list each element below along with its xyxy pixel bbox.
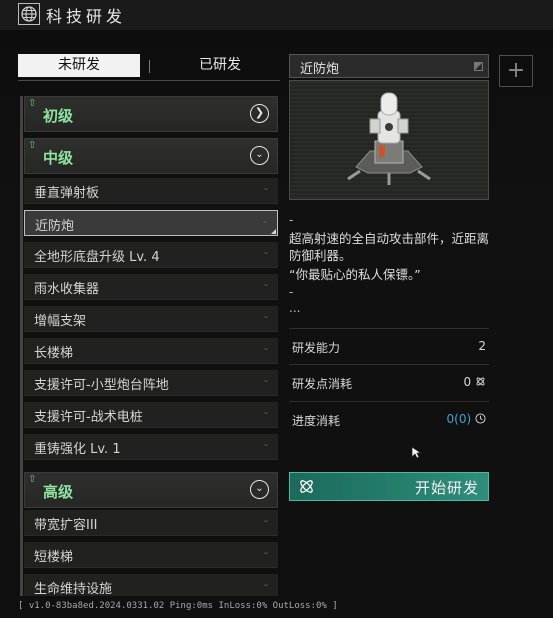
list-item-status: -	[264, 310, 268, 323]
list-item-status: -	[264, 374, 268, 387]
item-description: 超高射速的全自动攻击部件，近距离防御利器。	[289, 231, 490, 263]
list-item-label: 雨水收集器	[34, 282, 100, 297]
list-item-label: 生命维持设施	[34, 582, 113, 596]
stat-value-wrap: 0(0)	[447, 412, 486, 426]
detail-header: 近防炮	[289, 54, 489, 78]
list-item[interactable]: 增幅支架 -	[24, 306, 278, 332]
tab-unresearched[interactable]: 未研发	[18, 54, 140, 77]
category-basic[interactable]: ⇧ 初级 ❯	[24, 96, 278, 132]
selection-corner-icon	[271, 229, 276, 234]
mouse-cursor-icon	[411, 446, 423, 459]
detail-title: 近防炮	[300, 62, 340, 77]
clock-icon	[475, 413, 486, 424]
list-item-status: -	[264, 578, 268, 591]
list-item[interactable]: 全地形底盘升级 Lv. 4 -	[24, 242, 278, 268]
list-item-status: -	[264, 278, 268, 291]
tab-researched[interactable]: 已研发	[160, 54, 280, 77]
category-label: 初级	[43, 107, 74, 125]
list-item-label: 长楼梯	[34, 346, 74, 361]
list-scrollbar[interactable]	[20, 96, 23, 596]
stat-value-wrap: 0	[464, 375, 486, 389]
stat-research-ability: 研发能力 2	[289, 328, 489, 364]
list-item-status: -	[264, 438, 268, 451]
list-item[interactable]: 长楼梯 -	[24, 338, 278, 364]
item-quote: “你最贴心的私人保镖。”	[289, 267, 421, 282]
list-item[interactable]: 带宽扩容III -	[24, 510, 278, 536]
item-preview-image	[289, 80, 489, 200]
list-item[interactable]: 重铸强化 Lv. 1 -	[24, 434, 278, 460]
list-item-label: 近防炮	[35, 219, 75, 234]
upgrade-arrow-icon: ⇧	[28, 98, 37, 109]
list-item-status: -	[264, 182, 268, 195]
stat-label: 进度消耗	[292, 414, 341, 428]
list-item-label: 带宽扩容III	[34, 518, 98, 533]
list-item-label: 重铸强化 Lv. 1	[34, 442, 121, 457]
stat-value: 2	[478, 339, 486, 353]
list-item-label: 全地形底盘升级 Lv. 4	[34, 250, 160, 265]
turret-image	[347, 92, 431, 185]
tab-separator	[149, 60, 150, 73]
start-research-button[interactable]: 开始研发	[289, 472, 489, 501]
description-separator: -	[289, 285, 294, 299]
stat-value: 0	[463, 375, 472, 389]
list-item[interactable]: 垂直弹射板 -	[24, 178, 278, 204]
upgrade-arrow-icon: ⇧	[28, 140, 37, 151]
corner-mark-icon	[474, 62, 483, 71]
research-list: ⇧ 初级 ❯ ⇧ 中级 ⌄ 垂直弹射板 - 近防炮 - 全地形底盘升级 Lv. …	[24, 96, 280, 596]
status-bar: [ v1.0-83ba8ed.2024.0331.02 Ping:0ms InL…	[18, 601, 338, 611]
window-title: 科技研发	[46, 7, 127, 26]
chevron-down-icon[interactable]: ⌄	[250, 146, 269, 165]
list-item-status: -	[264, 514, 268, 527]
chevron-right-icon[interactable]: ❯	[250, 104, 269, 123]
list-item-label: 增幅支架	[34, 314, 87, 329]
list-item-status: -	[264, 342, 268, 355]
stat-label: 研发能力	[292, 341, 341, 355]
tab-underline	[18, 80, 280, 81]
list-item[interactable]: 雨水收集器 -	[24, 274, 278, 300]
atom-icon	[476, 377, 485, 386]
list-item-status: -	[264, 546, 268, 559]
list-item-label: 垂直弹射板	[34, 186, 100, 201]
list-item-status: -	[264, 406, 268, 419]
description-ellipsis: ...	[289, 301, 301, 315]
list-item[interactable]: 支援许可-小型炮台阵地 -	[24, 370, 278, 396]
category-label: 中级	[43, 149, 74, 167]
globe-icon	[18, 3, 40, 25]
stat-research-points: 研发点消耗 0	[289, 364, 489, 400]
stat-progress-cost: 进度消耗 0(0)	[289, 401, 489, 437]
chevron-down-icon[interactable]: ⌄	[250, 480, 269, 499]
list-item[interactable]: 生命维持设施 -	[24, 574, 278, 596]
window-titlebar: 科技研发	[0, 0, 553, 31]
category-intermediate[interactable]: ⇧ 中级 ⌄	[24, 138, 278, 174]
list-item[interactable]: 支援许可-战术电桩 -	[24, 402, 278, 428]
list-item-selected[interactable]: 近防炮 -	[24, 210, 278, 236]
list-item-label: 支援许可-战术电桩	[34, 410, 143, 425]
category-advanced[interactable]: ⇧ 高级 ⌄	[24, 472, 278, 508]
list-item-label: 短楼梯	[34, 550, 74, 565]
list-item-status: -	[264, 246, 268, 259]
stat-label: 研发点消耗	[292, 377, 353, 391]
stat-value-accent: (0)	[454, 412, 472, 426]
list-item-status: -	[263, 215, 267, 228]
start-research-label: 开始研发	[414, 479, 479, 497]
list-item-label: 支援许可-小型炮台阵地	[34, 378, 169, 393]
category-label: 高级	[43, 483, 74, 501]
upgrade-arrow-icon: ⇧	[28, 474, 37, 485]
description-separator: -	[289, 213, 294, 227]
add-button[interactable]: +	[499, 55, 533, 87]
list-item[interactable]: 短楼梯 -	[24, 542, 278, 568]
atom-icon	[300, 480, 313, 493]
